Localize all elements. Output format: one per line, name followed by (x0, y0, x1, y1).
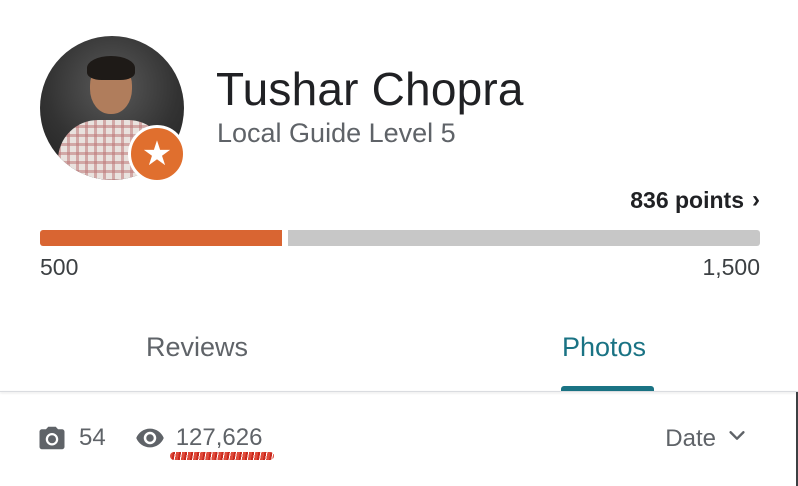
photo-count: 54 (79, 424, 106, 451)
progress-min-label: 500 (40, 254, 79, 280)
view-count-value: 127,626 (175, 424, 263, 451)
sort-label: Date (665, 424, 716, 452)
camera-icon (35, 423, 69, 453)
photo-stats: 54 127,626 (35, 420, 275, 460)
points-label: 836 points (630, 186, 744, 213)
tab-reviews[interactable]: Reviews (146, 332, 248, 363)
progress-fill (40, 230, 282, 246)
points-link[interactable]: 836 points › (630, 186, 760, 214)
avatar-hair (87, 56, 135, 80)
view-count: 127,626 (169, 424, 275, 460)
local-guide-star-badge-icon: ★ (128, 125, 186, 183)
tabs-divider (0, 391, 798, 392)
points-progress-bar (40, 230, 760, 246)
tab-photos[interactable]: Photos (562, 332, 646, 363)
profile-name: Tushar Chopra (216, 63, 524, 115)
chevron-down-icon (726, 424, 748, 453)
red-underline-annotation (169, 452, 275, 460)
sort-dropdown[interactable]: Date (665, 424, 748, 453)
progress-track (288, 230, 760, 246)
eye-icon (132, 423, 168, 453)
progress-max-label: 1,500 (702, 254, 760, 280)
chevron-right-icon: › (752, 186, 760, 213)
local-guide-level: Local Guide Level 5 (217, 118, 456, 148)
